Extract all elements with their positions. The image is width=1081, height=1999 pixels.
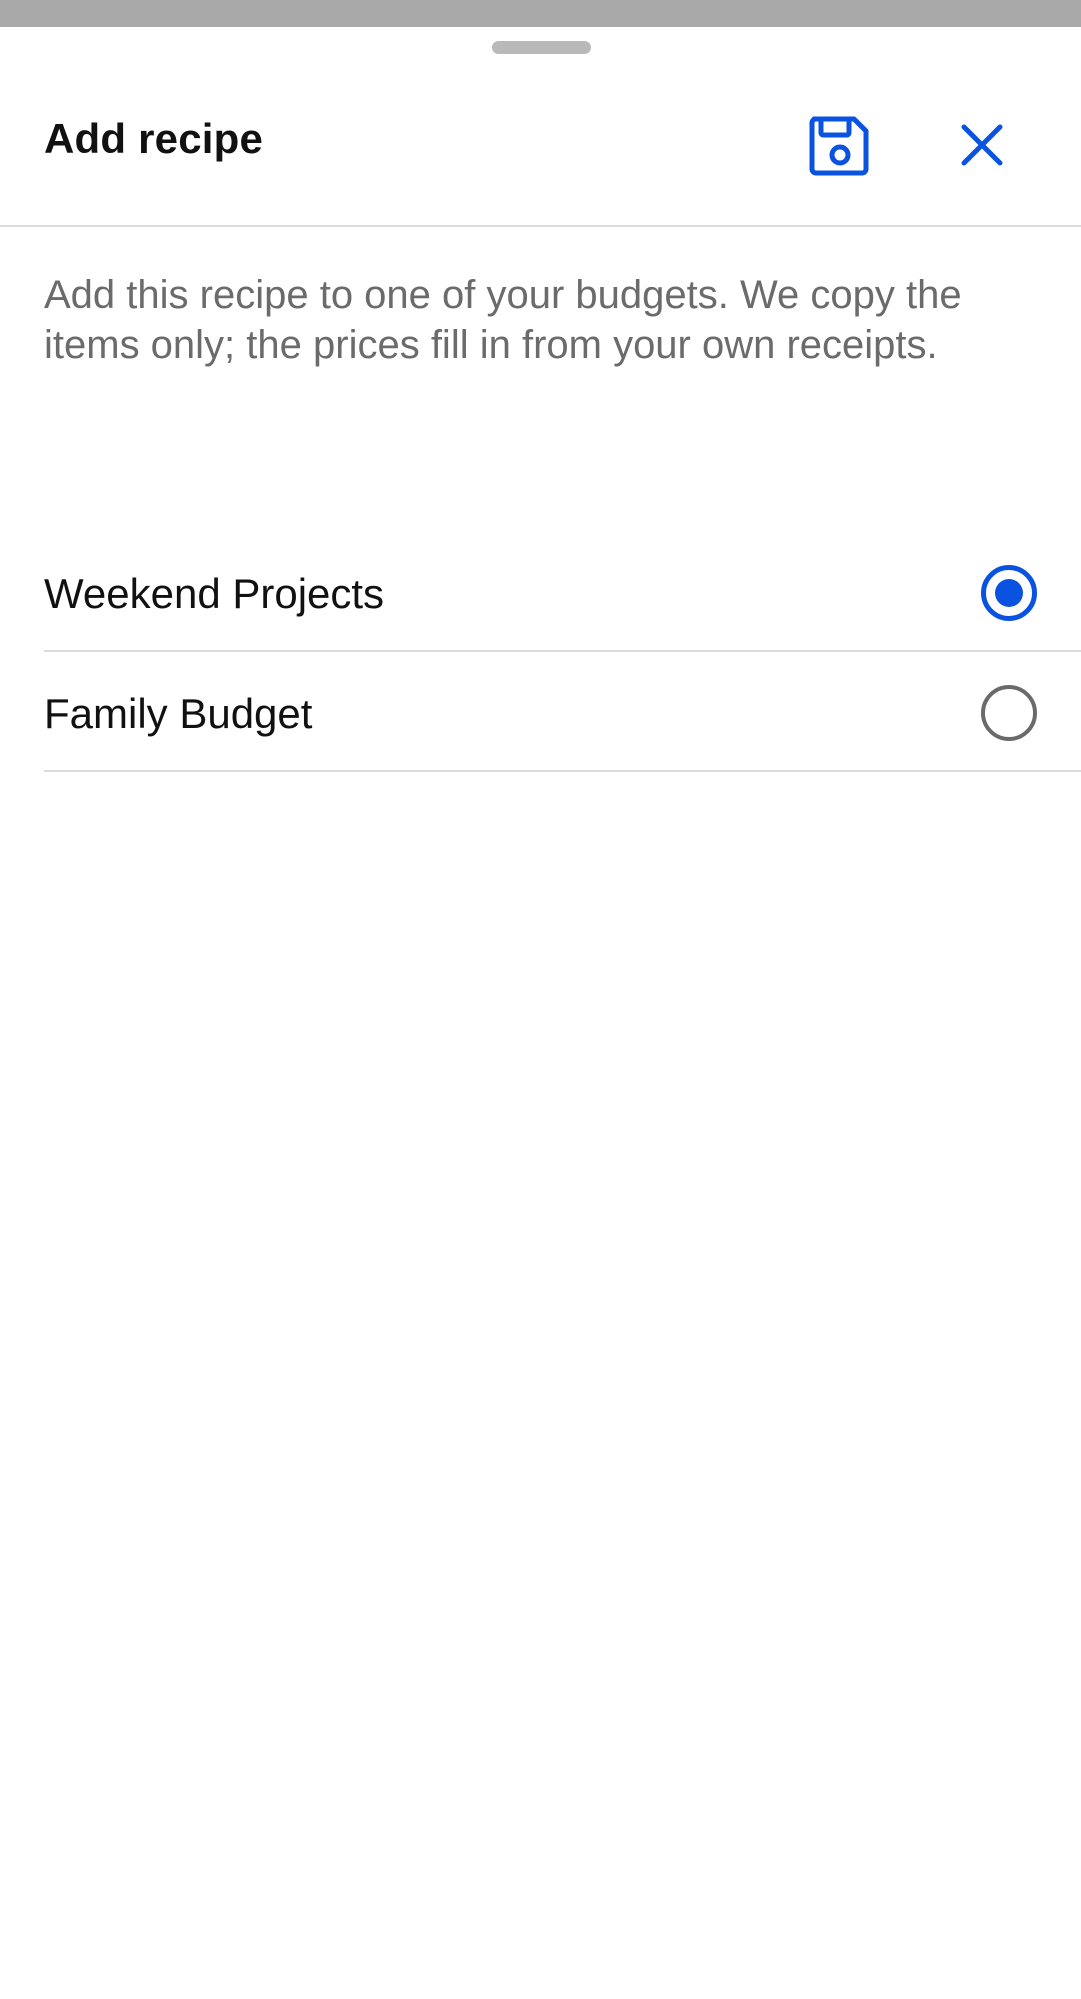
radio-dot bbox=[995, 579, 1023, 607]
save-button[interactable] bbox=[800, 105, 880, 185]
sheet-grabber[interactable] bbox=[492, 41, 591, 54]
budget-option-label: Family Budget bbox=[44, 690, 313, 737]
radio-selected[interactable] bbox=[981, 565, 1037, 621]
radio-unselected[interactable] bbox=[981, 685, 1037, 741]
budget-option-label: Weekend Projects bbox=[44, 570, 385, 617]
add-recipe-sheet: Add recipe Add this recipe to one of you… bbox=[0, 27, 1081, 1999]
sheet-title: Add recipe bbox=[44, 115, 264, 162]
sheet-description: Add this recipe to one of your budgets. … bbox=[44, 273, 962, 367]
save-icon bbox=[809, 116, 869, 176]
budget-option-weekend-projects[interactable]: Weekend Projects bbox=[44, 532, 1081, 652]
budget-option-family-budget[interactable]: Family Budget bbox=[44, 652, 1081, 772]
close-button[interactable] bbox=[950, 113, 1014, 177]
sheet-header: Add recipe bbox=[0, 75, 1081, 227]
close-icon bbox=[961, 124, 1003, 166]
status-strip bbox=[0, 0, 1081, 27]
budget-list: Weekend Projects Family Budget bbox=[44, 532, 1081, 772]
